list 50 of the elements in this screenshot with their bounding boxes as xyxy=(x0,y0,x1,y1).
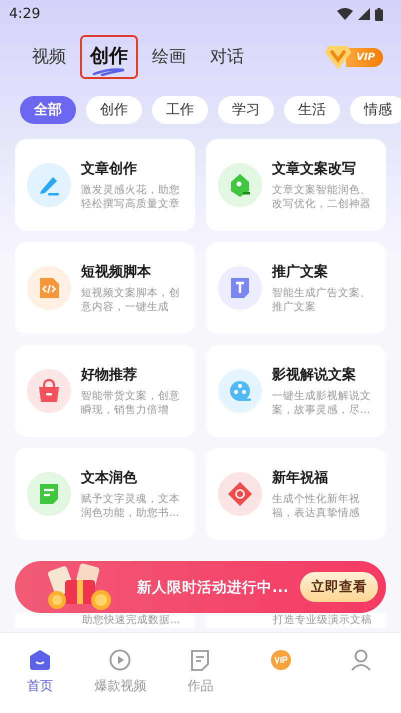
tool-card[interactable]: 文章创作 激发灵感火花，助您轻松撰写高质量文章 xyxy=(15,139,195,231)
filter-chip[interactable]: 创作 xyxy=(86,96,142,124)
card-title: 文章创作 xyxy=(81,160,138,178)
tool-card[interactable]: 文章文案改写 文章文案智能润色、改写优化，二创神器 xyxy=(206,139,386,231)
tool-card[interactable]: 推广文案 智能生成广告文案、推广文案 xyxy=(206,242,386,334)
filter-chip[interactable]: 学习 xyxy=(218,96,274,124)
card-title: 影视解说文案 xyxy=(272,366,357,384)
promo-text: 新人限时活动进行中... xyxy=(137,578,289,596)
wifi-icon xyxy=(337,8,353,20)
card-description: 激发灵感火花，助您轻松撰写高质量文章 xyxy=(81,182,181,210)
category-tab[interactable]: 绘画 xyxy=(142,36,196,78)
card-title: 新年祝福 xyxy=(272,468,329,486)
underline-stroke xyxy=(92,68,126,76)
card-description: 智能生成广告文案、推广文案 xyxy=(272,286,372,314)
card-description: 赋予文字灵魂，文本润色功能，助您书... xyxy=(81,492,181,520)
filter-chip[interactable]: 全部 xyxy=(20,96,76,124)
card-description: 一键生成影视解说文案，故事灵感，尽... xyxy=(272,388,372,416)
card-description: 生成个性化新年祝福，表达真挚情感 xyxy=(272,492,361,520)
card-description: 短视频文案脚本，创意内容，一键生成 xyxy=(81,286,181,314)
card-title: 短视频脚本 xyxy=(81,262,152,280)
vip-icon xyxy=(270,649,292,671)
category-tab[interactable]: 视频 xyxy=(22,36,76,78)
play-icon xyxy=(109,649,132,671)
tool-card[interactable]: 文本润色 赋予文字灵魂，文本润色功能，助您书... xyxy=(15,448,195,540)
filter-chip[interactable]: 情感 xyxy=(350,96,401,124)
category-tab[interactable]: 创作 xyxy=(80,35,138,79)
document-icon xyxy=(189,649,212,671)
tool-card[interactable]: 影视解说文案 一键生成影视解说文案，故事灵感，尽... xyxy=(206,345,386,437)
filter-chip[interactable]: 生活 xyxy=(284,96,340,124)
signal-icon xyxy=(358,8,370,20)
category-tab[interactable]: 对话 xyxy=(200,36,254,78)
card-title: 推广文案 xyxy=(272,262,329,280)
view-now-button[interactable]: 立即查看 xyxy=(300,572,378,602)
promo-banner[interactable]: 新人限时活动进行中... 立即查看 xyxy=(15,561,386,613)
battery-icon xyxy=(375,8,383,20)
card-title: 好物推荐 xyxy=(81,366,138,384)
filter-chip[interactable]: 工作 xyxy=(152,96,208,124)
card-title: 文本润色 xyxy=(81,468,138,486)
card-description: 智能带货文案，创意瞬现，销售力倍增 xyxy=(81,388,181,416)
nav-item[interactable]: 首页 xyxy=(5,649,76,695)
tool-card[interactable]: 新年祝福 生成个性化新年祝福，表达真挚情感 xyxy=(206,448,386,540)
status-time: 4:29 xyxy=(9,6,40,22)
card-title: 文章文案改写 xyxy=(272,160,357,178)
card-description: 打造专业级演示文稿 xyxy=(273,614,372,627)
tool-card[interactable]: 好物推荐 智能带货文案，创意瞬现，销售力倍增 xyxy=(15,345,195,437)
card-description: 文章文案智能润色、改写优化，二创神器 xyxy=(272,182,372,210)
home-icon xyxy=(29,649,52,671)
card-description: 助您快速完成数据... xyxy=(82,614,180,627)
profile-icon xyxy=(350,649,372,671)
tool-card[interactable]: 短视频脚本 短视频文案脚本，创意内容，一键生成 xyxy=(15,242,195,334)
